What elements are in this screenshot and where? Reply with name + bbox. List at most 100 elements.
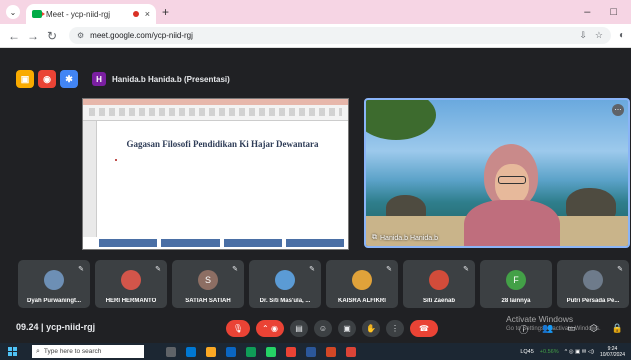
participant-name: HERI HERMANTO <box>105 298 157 304</box>
avatar: S <box>198 270 218 290</box>
avatar <box>44 270 64 290</box>
video-name-label: ⧉ Hanida.b Hanida.b <box>372 234 438 242</box>
presenter-video-tile[interactable]: ⋯ ⧉ Hanida.b Hanida.b <box>364 98 630 248</box>
presenter-face <box>495 164 529 204</box>
presenter-label: Hanida.b Hanida.b (Presentasi) <box>112 74 230 84</box>
activities-icon[interactable]: ⬡ <box>590 323 598 336</box>
word-icon[interactable] <box>306 346 316 357</box>
chat-icon[interactable]: ▭ <box>567 323 576 336</box>
video-name: Hanida.b Hanida.b <box>380 234 438 242</box>
forward-arrow-icon[interactable]: → <box>25 29 41 43</box>
record-icon[interactable]: ◉ <box>38 70 56 88</box>
presenter-body <box>464 200 560 246</box>
present-icon: ▣ <box>343 324 351 333</box>
taskbar-apps <box>166 346 356 357</box>
mic-icon: ✎ <box>78 266 84 273</box>
screen: ⌄ Meet - ycp-niid-rgj × + – □ ← → ↻ ⚙ me… <box>0 0 631 360</box>
recording-dot-icon <box>132 11 139 17</box>
participant-tiles: ✎ Dyah Purwaningt... ✎ HERI HERMANTO ✎ S… <box>18 260 631 308</box>
presenter-avatar: H <box>92 72 106 86</box>
url-text: meet.google.com/ycp-niid-rgj <box>90 31 193 40</box>
more-vert-icon: ⋮ <box>391 324 399 333</box>
reload-icon[interactable]: ↻ <box>44 29 60 43</box>
participant-tile[interactable]: ✎ Dyah Purwaningt... <box>18 260 90 308</box>
raise-hand-button[interactable]: ✋ <box>362 320 380 337</box>
participant-tile[interactable]: ✎ Putri Persada Pe... <box>557 260 629 308</box>
browser-tab-bar: ⌄ Meet - ycp-niid-rgj × + – □ <box>0 0 631 24</box>
leave-call-button[interactable]: ☎ <box>410 320 438 337</box>
lock-icon[interactable]: 🔒 <box>612 323 623 336</box>
avatar: F <box>506 270 526 290</box>
more-options-icon[interactable]: ⋯ <box>612 104 624 116</box>
mail-icon[interactable] <box>246 346 256 357</box>
maximize-button[interactable]: □ <box>610 6 617 18</box>
more-participants-tile[interactable]: F 28 lainnya <box>480 260 552 308</box>
avatar <box>429 270 449 290</box>
captions-button[interactable]: ▤ <box>290 320 308 337</box>
meeting-time: 09.24 <box>16 322 39 332</box>
presenter-chip: H Hanida.b Hanida.b (Presentasi) <box>88 70 234 88</box>
windows-start-icon[interactable] <box>8 347 22 356</box>
stock-change: +0.56% <box>539 348 559 355</box>
back-arrow-icon[interactable]: ← <box>6 29 22 43</box>
pin-icon[interactable]: ✱ <box>60 70 78 88</box>
mic-icon: ✎ <box>309 266 315 273</box>
cast-icon[interactable]: ⇩ <box>579 30 587 41</box>
more-options-button[interactable]: ⋮ <box>386 320 404 337</box>
participant-tile[interactable]: ✎ Siti Zaenab <box>403 260 475 308</box>
participant-tile[interactable]: ✎ Dr. Siti Mas'ula, ... <box>249 260 321 308</box>
people-icon[interactable]: 👥 <box>542 323 553 336</box>
extensions-icon[interactable]: ◐ <box>619 30 625 41</box>
presentation-icon[interactable]: ▣ <box>16 70 34 88</box>
powerpoint-icon[interactable] <box>326 346 336 357</box>
shared-slide: Gagasan Filosofi Pendidikan Ki Hajar Dew… <box>82 98 349 250</box>
clock-date: 10/07/2024 <box>599 351 625 358</box>
meet-logo-icon <box>32 10 45 18</box>
mic-icon: ✎ <box>617 266 623 273</box>
presentation-toolbar: ▣ ◉ ✱ H Hanida.b Hanida.b (Presentasi) <box>16 70 234 88</box>
tray-icons[interactable]: ^ ◎ ▣ ✉ ◁) <box>565 349 594 355</box>
store-icon[interactable] <box>226 346 236 357</box>
participant-name: Putri Persada Pe... <box>566 298 620 304</box>
side-controls: ⓘ 👥 ▭ ⬡ 🔒 <box>519 323 623 336</box>
meeting-code: ycp-niid-rgj <box>46 322 96 332</box>
present-button[interactable]: ▣ <box>338 320 356 337</box>
browser-tab[interactable]: Meet - ycp-niid-rgj × <box>26 4 156 24</box>
windows-taskbar: ⌕ Type here to search LQ45 +0.56% ^ ◎ ▣ … <box>0 343 631 360</box>
participant-tile[interactable]: ✎ KAISRA ALFIKRI <box>326 260 398 308</box>
participant-tile[interactable]: ✎ S SATIAH SATIAH <box>172 260 244 308</box>
mic-icon: ✎ <box>386 266 392 273</box>
camera-off-icon: ⌃ ◉ <box>262 324 278 333</box>
taskbar-search[interactable]: ⌕ Type here to search <box>32 345 144 358</box>
file-explorer-icon[interactable] <box>206 346 216 357</box>
hand-icon: ✋ <box>366 324 376 333</box>
camera-toggle-button[interactable]: ⌃ ◉ <box>256 320 284 337</box>
edge-icon[interactable] <box>186 346 196 357</box>
site-info-icon[interactable]: ⚙ <box>77 31 84 40</box>
clock[interactable]: 9:24 10/07/2024 <box>600 346 625 358</box>
mic-off-icon: 🎙 <box>232 324 244 333</box>
participant-name: SATIAH SATIAH <box>185 298 231 304</box>
bookmark-star-icon[interactable]: ☆ <box>595 30 603 41</box>
new-tab-button[interactable]: + <box>162 5 169 19</box>
emoji-button[interactable]: ☺ <box>314 320 332 337</box>
presenter-glasses <box>498 176 526 184</box>
info-icon[interactable]: ⓘ <box>519 323 528 336</box>
emoji-icon: ☺ <box>318 324 328 333</box>
task-view-icon[interactable] <box>166 346 176 357</box>
tab-search-icon[interactable]: ⌄ <box>6 5 20 19</box>
participant-tile[interactable]: ✎ HERI HERMANTO <box>95 260 167 308</box>
mic-toggle-button[interactable]: 🎙 <box>226 320 250 337</box>
search-placeholder: Type here to search <box>43 348 102 355</box>
avatar <box>275 270 295 290</box>
tab-close-icon[interactable]: × <box>145 9 150 19</box>
minimize-button[interactable]: – <box>584 6 590 18</box>
chrome-profile-icon[interactable] <box>346 346 356 357</box>
chrome-icon[interactable] <box>286 346 296 357</box>
url-field[interactable]: ⚙ meet.google.com/ycp-niid-rgj ⇩ ☆ <box>69 27 611 44</box>
slide-canvas: Gagasan Filosofi Pendidikan Ki Hajar Dew… <box>105 135 340 233</box>
search-icon: ⌕ <box>36 347 40 355</box>
powerpoint-ribbon <box>83 99 348 121</box>
whatsapp-icon[interactable] <box>266 346 276 357</box>
address-bar-row: ← → ↻ ⚙ meet.google.com/ycp-niid-rgj ⇩ ☆… <box>0 24 631 48</box>
